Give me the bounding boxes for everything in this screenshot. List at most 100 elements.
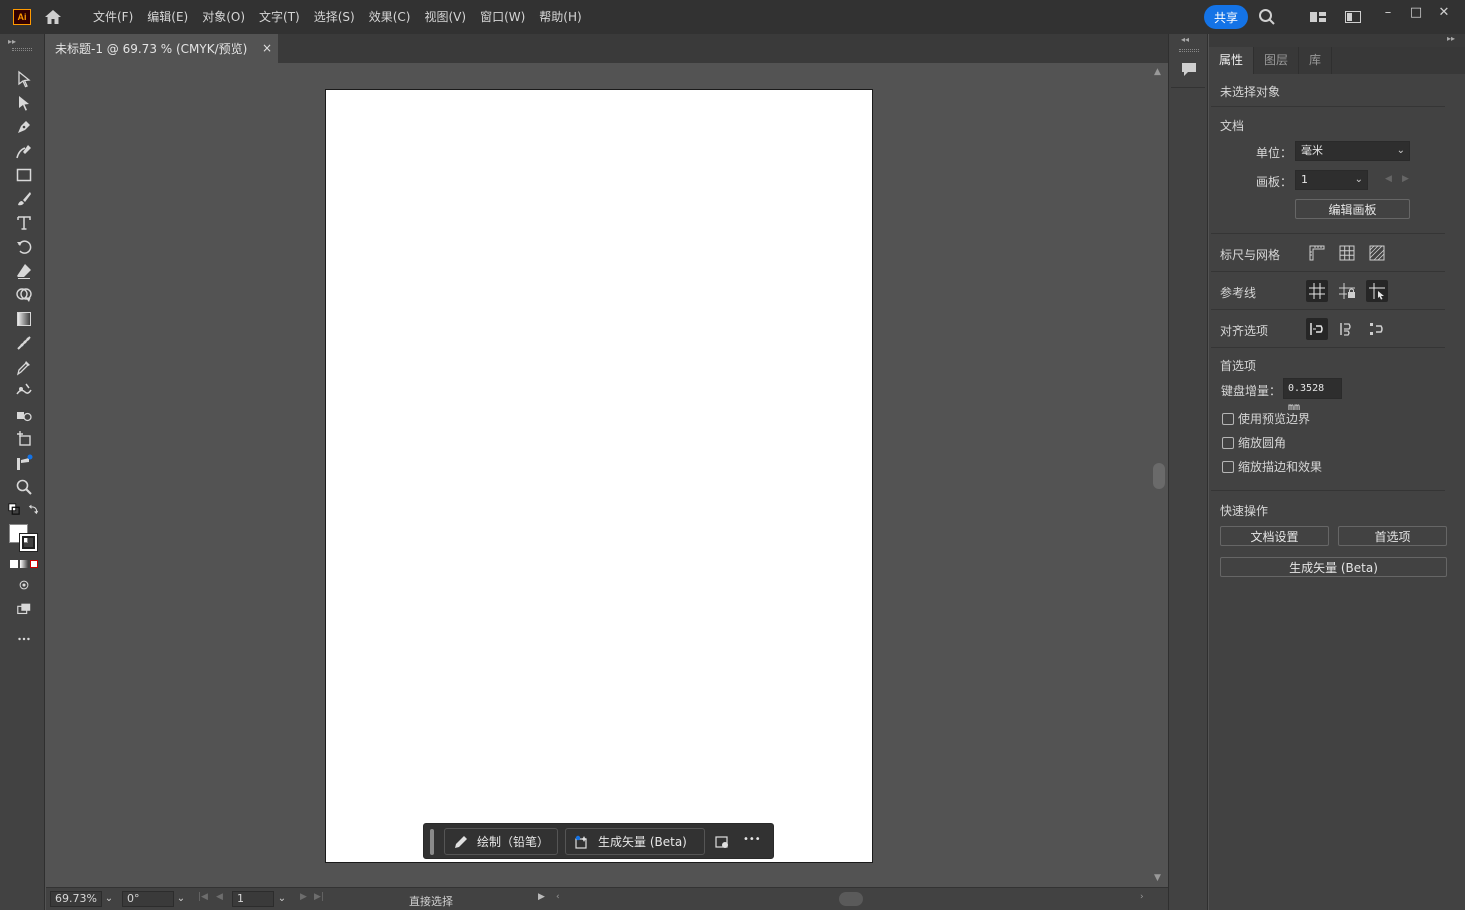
draw-mode-icon[interactable]	[12, 574, 36, 596]
selection-tool-icon[interactable]	[12, 68, 36, 90]
gradient-button[interactable]	[20, 560, 28, 568]
preferences-button[interactable]: 首选项	[1338, 526, 1447, 546]
generate-vector-beta-button[interactable]: 生成矢量 (Beta)	[1220, 557, 1447, 577]
draw-pencil-button[interactable]: 绘制（铅笔）	[444, 828, 558, 855]
menu-edit[interactable]: 编辑(E)	[140, 0, 195, 34]
transparency-grid-icon[interactable]	[1366, 242, 1388, 264]
rulers-icon[interactable]	[1306, 242, 1328, 264]
checkbox-box[interactable]	[1222, 412, 1234, 425]
artboard-tool-icon[interactable]	[12, 428, 36, 450]
horizontal-scroll-thumb[interactable]	[839, 892, 863, 906]
keyboard-increment-input[interactable]: 0.3528 mm	[1283, 378, 1342, 413]
shape-builder-tool-icon[interactable]	[12, 284, 36, 306]
gradient-tool-icon[interactable]	[12, 308, 36, 330]
eyedropper-tool-icon[interactable]	[12, 356, 36, 378]
snap-to-pixel-icon[interactable]	[1306, 318, 1328, 340]
menu-view[interactable]: 视图(V)	[417, 0, 473, 34]
type-tool-icon[interactable]	[12, 212, 36, 234]
document-setup-button[interactable]: 文档设置	[1220, 526, 1329, 546]
symbol-sprayer-tool-icon[interactable]	[12, 404, 36, 426]
next-artboard-icon[interactable]: ▶	[300, 892, 307, 902]
artboard-select[interactable]: 1 ⌄	[1295, 170, 1368, 190]
previous-artboard-icon[interactable]: ◀	[216, 892, 223, 902]
paintbrush-tool-icon[interactable]	[12, 188, 36, 210]
home-icon[interactable]	[43, 8, 63, 26]
puppet-warp-tool-icon[interactable]	[12, 380, 36, 402]
scale-strokes-effects-checkbox[interactable]: 缩放描边和效果	[1222, 458, 1322, 475]
units-select[interactable]: 毫米 ⌄	[1295, 141, 1410, 161]
artboard-number-field[interactable]: 1	[232, 891, 274, 907]
collapse-panel-icon[interactable]: ▸▸	[1447, 34, 1455, 43]
swap-fill-stroke-icon[interactable]	[26, 502, 42, 516]
scroll-down-icon[interactable]: ▼	[1154, 873, 1161, 883]
menu-window[interactable]: 窗口(W)	[473, 0, 532, 34]
blend-tool-icon[interactable]	[12, 332, 36, 354]
next-artboard-icon[interactable]: ▶	[1402, 174, 1409, 184]
scroll-up-icon[interactable]: ▲	[1154, 67, 1161, 77]
rotate-tool-icon[interactable]	[12, 236, 36, 258]
edit-artboards-button[interactable]: 编辑画板	[1295, 199, 1410, 219]
curvature-tool-icon[interactable]	[12, 140, 36, 162]
artboard-dropdown-icon[interactable]: ⌄	[274, 891, 290, 907]
workspace-switcher-icon[interactable]	[1344, 8, 1362, 26]
last-artboard-icon[interactable]: ▶|	[314, 892, 324, 902]
screen-mode-icon[interactable]	[12, 598, 36, 620]
menu-type[interactable]: 文字(T)	[252, 0, 307, 34]
task-bar-grip[interactable]	[430, 829, 434, 855]
generate-vector-button[interactable]: 生成矢量 (Beta)	[565, 828, 705, 855]
smart-guides-icon[interactable]	[1366, 280, 1388, 302]
canvas-area[interactable]	[46, 63, 1150, 887]
eraser-tool-icon[interactable]	[12, 260, 36, 282]
edit-toolbar-icon[interactable]	[12, 628, 36, 650]
search-icon[interactable]	[1258, 8, 1276, 26]
scroll-left-icon[interactable]: ‹	[556, 892, 560, 902]
show-guides-icon[interactable]	[1306, 280, 1328, 302]
checkbox-box[interactable]	[1222, 436, 1234, 449]
tab-properties[interactable]: 属性	[1209, 47, 1255, 74]
rotation-dropdown-icon[interactable]: ⌄	[173, 891, 189, 907]
menu-select[interactable]: 选择(S)	[307, 0, 362, 34]
maximize-button[interactable]: □	[1404, 2, 1428, 22]
vertical-scrollbar[interactable]: ▲ ▼	[1150, 63, 1168, 887]
vertical-scroll-thumb[interactable]	[1153, 463, 1165, 489]
menu-effect[interactable]: 效果(C)	[362, 0, 418, 34]
tab-libraries[interactable]: 库	[1299, 47, 1333, 74]
rotation-field[interactable]: 0°	[122, 891, 174, 907]
document-tab[interactable]: 未标题-1 @ 69.73 % (CMYK/预览) ×	[46, 34, 278, 63]
first-artboard-icon[interactable]: |◀	[198, 892, 208, 902]
scroll-right-icon[interactable]: ›	[1140, 892, 1144, 902]
checkbox-box[interactable]	[1222, 460, 1234, 473]
graph-tool-icon[interactable]	[12, 452, 36, 474]
dock-grip[interactable]	[1179, 49, 1199, 52]
collapse-toolbar-icon[interactable]: ▸▸	[8, 37, 16, 46]
comments-icon[interactable]	[1179, 59, 1199, 79]
lock-guides-icon[interactable]	[1336, 280, 1358, 302]
more-options-icon[interactable]: •••	[743, 834, 761, 845]
zoom-tool-icon[interactable]	[12, 476, 36, 498]
snap-to-point-icon[interactable]	[1366, 318, 1388, 340]
menu-help[interactable]: 帮助(H)	[532, 0, 588, 34]
default-fill-stroke-icon[interactable]	[6, 502, 22, 516]
zoom-dropdown-icon[interactable]: ⌄	[101, 891, 117, 907]
scale-corners-checkbox[interactable]: 缩放圆角	[1222, 434, 1286, 451]
artboard[interactable]	[325, 89, 873, 863]
color-mode-buttons[interactable]	[10, 560, 38, 568]
menu-file[interactable]: 文件(F)	[86, 0, 140, 34]
share-button[interactable]: 共享	[1204, 5, 1248, 29]
menu-object[interactable]: 对象(O)	[195, 0, 252, 34]
close-document-icon[interactable]: ×	[262, 41, 272, 55]
minimize-button[interactable]: –	[1376, 2, 1400, 22]
arrange-documents-icon[interactable]	[1309, 8, 1327, 26]
zoom-field[interactable]: 69.73%	[50, 891, 102, 907]
pen-tool-icon[interactable]	[12, 116, 36, 138]
toolbar-grip[interactable]	[12, 48, 32, 51]
tab-layers[interactable]: 图层	[1254, 47, 1300, 74]
snap-to-glyph-icon[interactable]	[1336, 318, 1358, 340]
grid-icon[interactable]	[1336, 242, 1358, 264]
color-button[interactable]	[10, 560, 18, 568]
direct-selection-tool-icon[interactable]	[12, 92, 36, 114]
use-preview-bounds-checkbox[interactable]: 使用预览边界	[1222, 410, 1310, 427]
none-button[interactable]	[30, 560, 38, 568]
expand-dock-icon[interactable]: ◂◂	[1181, 35, 1189, 44]
image-options-icon[interactable]	[714, 834, 730, 850]
